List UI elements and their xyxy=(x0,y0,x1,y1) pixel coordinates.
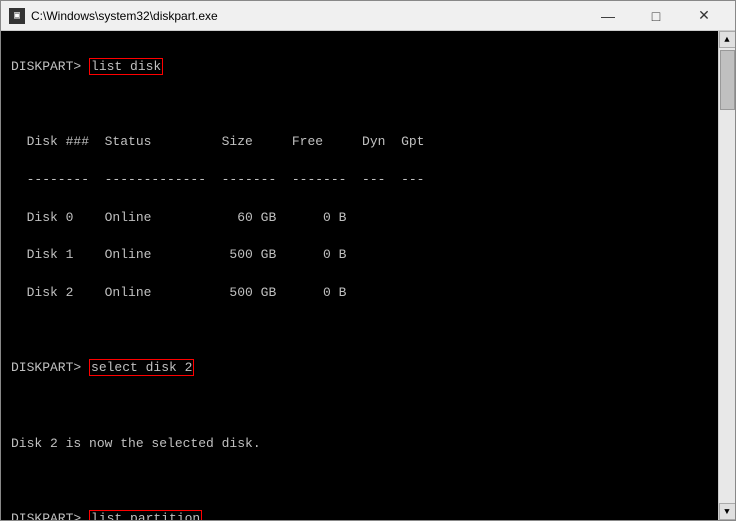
command-highlight-3: list partition xyxy=(89,510,202,520)
minimize-button[interactable]: — xyxy=(585,1,631,31)
scroll-down-button[interactable]: ▼ xyxy=(719,503,736,520)
scrollbar-thumb[interactable] xyxy=(720,50,735,110)
terminal-wrapper: DISKPART> list disk Disk ### Status Size… xyxy=(1,31,735,520)
titlebar-left: ▣ C:\Windows\system32\diskpart.exe xyxy=(9,8,218,24)
window: ▣ C:\Windows\system32\diskpart.exe — □ ✕… xyxy=(0,0,736,521)
line-disk1: Disk 1 Online 500 GB 0 B xyxy=(11,246,708,265)
prompt-2: DISKPART> xyxy=(11,360,89,375)
line-blank-4 xyxy=(11,472,708,491)
line-select-disk-result: Disk 2 is now the selected disk. xyxy=(11,435,708,454)
prompt: DISKPART> xyxy=(11,59,89,74)
line-2: DISKPART> select disk 2 xyxy=(11,359,708,378)
scroll-up-button[interactable]: ▲ xyxy=(719,31,736,48)
line-header-1: Disk ### Status Size Free Dyn Gpt xyxy=(11,133,708,152)
scrollbar-track[interactable] xyxy=(719,48,735,503)
command-highlight-2: select disk 2 xyxy=(89,359,194,376)
line-3: DISKPART> list partition xyxy=(11,510,708,520)
line-sep-1: -------- ------------- ------- ------- -… xyxy=(11,171,708,190)
line-blank-3 xyxy=(11,397,708,416)
maximize-button[interactable]: □ xyxy=(633,1,679,31)
line-1: DISKPART> list disk xyxy=(11,58,708,77)
scrollbar: ▲ ▼ xyxy=(718,31,735,520)
window-title: C:\Windows\system32\diskpart.exe xyxy=(31,9,218,23)
line-disk2: Disk 2 Online 500 GB 0 B xyxy=(11,284,708,303)
close-button[interactable]: ✕ xyxy=(681,1,727,31)
titlebar-controls: — □ ✕ xyxy=(585,1,727,31)
line-disk0: Disk 0 Online 60 GB 0 B xyxy=(11,209,708,228)
titlebar: ▣ C:\Windows\system32\diskpart.exe — □ ✕ xyxy=(1,1,735,31)
app-icon: ▣ xyxy=(9,8,25,24)
command-highlight: list disk xyxy=(89,58,163,75)
line-blank-1 xyxy=(11,96,708,115)
terminal-content[interactable]: DISKPART> list disk Disk ### Status Size… xyxy=(1,31,718,520)
line-blank-2 xyxy=(11,322,708,341)
prompt-3: DISKPART> xyxy=(11,511,89,520)
